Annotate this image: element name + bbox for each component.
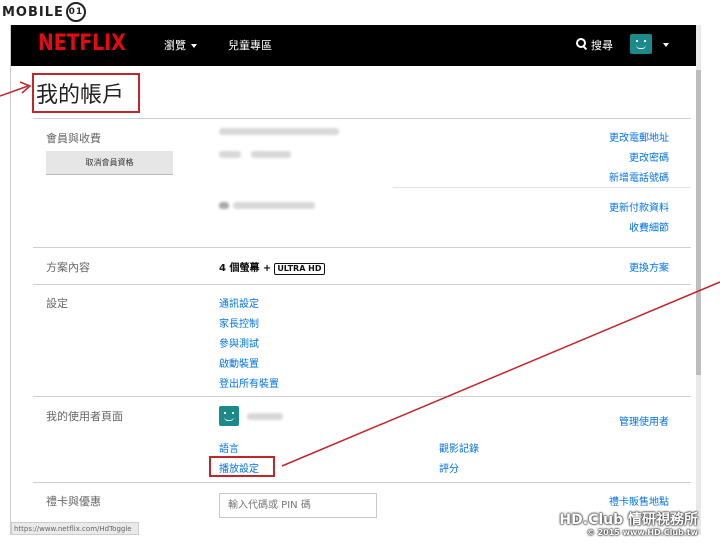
test-participation-link[interactable]: 參與測試	[219, 335, 259, 350]
billing-details-link[interactable]: 收費細節	[629, 219, 669, 234]
gift-label: 禮卡與優惠	[46, 495, 101, 508]
profile-section-label: 我的使用者頁面	[46, 410, 123, 423]
sign-out-all-devices-link[interactable]: 登出所有裝置	[219, 375, 279, 390]
ratings-link[interactable]: 評分	[439, 460, 459, 475]
membership-label: 會員與收費	[46, 132, 101, 145]
gift-card-retailers-link[interactable]: 禮卡販售地點	[609, 493, 669, 508]
card-number-redacted	[233, 202, 315, 209]
activate-device-link[interactable]: 啟動裝置	[219, 355, 259, 370]
password-value-redacted	[251, 151, 291, 158]
add-phone-link[interactable]: 新增電話號碼	[609, 169, 669, 184]
manage-profiles-link[interactable]: 管理使用者	[619, 413, 669, 428]
divider	[33, 247, 691, 248]
browse-menu[interactable]: 瀏覽	[164, 37, 197, 53]
annotation-highlight-box	[209, 456, 275, 477]
smiley-face-icon	[630, 34, 652, 54]
plan-value: 4 個螢幕 + ULTRA HD	[219, 259, 325, 275]
profile-avatar[interactable]	[630, 34, 652, 54]
cancel-membership-button[interactable]: 取消會員資格	[46, 151, 173, 175]
divider	[33, 482, 691, 483]
scrollbar-thumb[interactable]	[696, 70, 701, 375]
plan-screens: 4 個螢幕 +	[219, 263, 272, 274]
plan-label: 方案內容	[46, 261, 90, 274]
divider	[33, 118, 691, 119]
scrollbar[interactable]	[696, 25, 701, 535]
parental-controls-link[interactable]: 家長控制	[219, 315, 259, 330]
watermark-ring-icon: 01	[65, 2, 86, 22]
browse-label: 瀏覽	[164, 39, 186, 52]
divider	[33, 284, 691, 285]
watermark-brand: HD.Club 情研視務所	[559, 512, 698, 528]
profile-name-redacted	[247, 413, 283, 420]
browser-status-bar: https://www.netflix.com/HdToggle	[11, 522, 139, 535]
password-label-redacted	[219, 151, 241, 158]
language-link[interactable]: 語言	[219, 440, 239, 455]
profile-chevron-down-icon[interactable]	[663, 43, 669, 47]
smiley-face-icon	[219, 406, 239, 426]
communication-settings-link[interactable]: 通訊設定	[219, 295, 259, 310]
divider	[393, 187, 691, 188]
change-password-link[interactable]: 更改密碼	[629, 149, 669, 164]
ultra-hd-badge: ULTRA HD	[274, 263, 325, 275]
gift-code-input[interactable]	[219, 493, 377, 518]
update-payment-link[interactable]: 更新付款資料	[609, 199, 669, 214]
chevron-down-icon	[191, 44, 197, 48]
top-navigation: NETFLIX 瀏覽 兒童專區 搜尋	[11, 25, 696, 66]
annotation-title-box	[32, 73, 140, 113]
bottom-watermark: HD.Club 情研視務所 © 2015 www.HD.Club.tw	[559, 512, 698, 538]
kids-link[interactable]: 兒童專區	[228, 37, 272, 53]
divider	[33, 396, 691, 397]
search-icon[interactable]	[576, 38, 586, 48]
netflix-logo[interactable]: NETFLIX	[38, 31, 126, 56]
watermark-text: MOBILE	[2, 4, 64, 20]
card-icon-redacted	[219, 202, 229, 209]
change-plan-link[interactable]: 更換方案	[629, 259, 669, 274]
settings-label: 設定	[46, 297, 68, 310]
change-email-link[interactable]: 更改電郵地址	[609, 129, 669, 144]
search-link[interactable]: 搜尋	[591, 37, 613, 53]
watermark-copyright: © 2015 www.HD.Club.tw	[586, 528, 698, 537]
profile-avatar	[219, 406, 239, 426]
email-value-redacted	[219, 128, 339, 135]
site-watermark: MOBILE 01	[2, 2, 86, 22]
viewing-activity-link[interactable]: 觀影記錄	[439, 440, 479, 455]
